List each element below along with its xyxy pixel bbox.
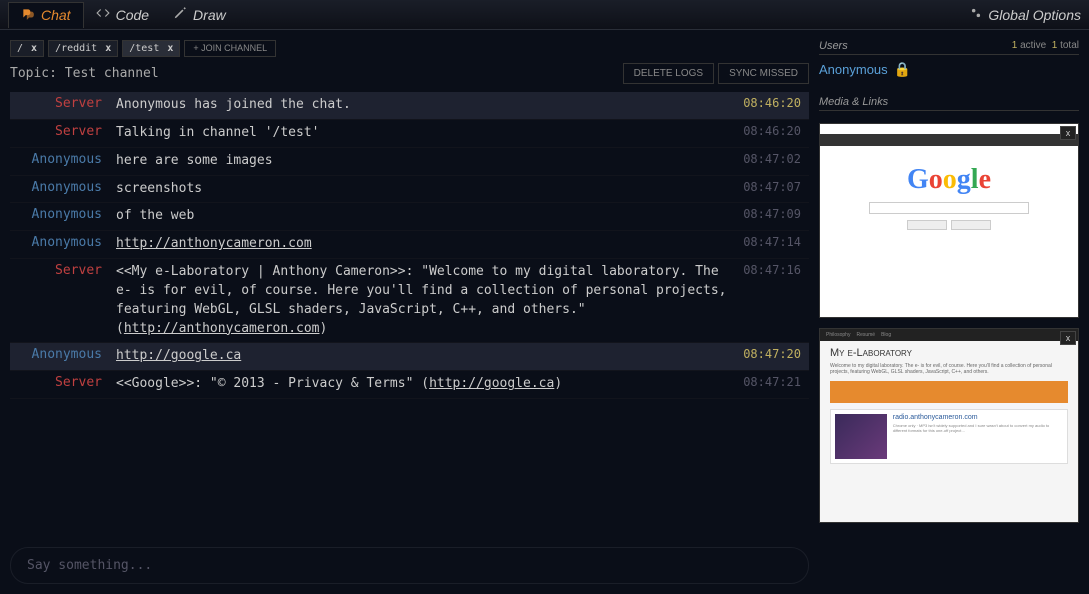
tab-code[interactable]: Code xyxy=(84,2,161,27)
chat-message: Server<<Google>>: "© 2013 - Privacy & Te… xyxy=(10,371,809,399)
delete-logs-button[interactable]: DELETE LOGS xyxy=(623,63,714,84)
chat-message: Anonymoushttp://google.ca 08:47:20 xyxy=(10,343,809,371)
tab-draw[interactable]: Draw xyxy=(161,2,238,27)
message-body: of the web xyxy=(116,207,733,226)
message-time: 08:47:09 xyxy=(733,207,801,226)
message-body: Talking in channel '/test' xyxy=(116,124,733,143)
join-channel-button[interactable]: + JOIN CHANNEL xyxy=(184,40,276,57)
message-nick: Server xyxy=(18,124,116,143)
gears-icon xyxy=(969,6,983,23)
channel-name: /reddit xyxy=(55,43,97,54)
close-icon[interactable]: x xyxy=(31,43,37,54)
message-time: 08:46:20 xyxy=(733,96,801,115)
message-nick: Anonymous xyxy=(18,235,116,254)
chat-message: ServerAnonymous has joined the chat.08:4… xyxy=(10,92,809,120)
message-input[interactable]: Say something... xyxy=(10,547,809,584)
message-body: screenshots xyxy=(116,180,733,199)
message-nick: Anonymous xyxy=(18,152,116,171)
message-time: 08:46:20 xyxy=(733,124,801,143)
channel-name: / xyxy=(17,43,23,54)
chat-message: ServerTalking in channel '/test'08:46:20 xyxy=(10,120,809,148)
channel-name: /test xyxy=(129,43,159,54)
message-link[interactable]: http://anthonycameron.com xyxy=(116,236,312,251)
lock-icon: 🔒 xyxy=(894,61,911,78)
message-time: 08:47:21 xyxy=(733,375,801,394)
message-body: <<My e-Laboratory | Anthony Cameron>>: "… xyxy=(116,263,733,338)
user-counts: 1 active 1 total xyxy=(1012,40,1079,52)
user-list: Anonymous 🔒 xyxy=(819,55,1079,84)
message-link[interactable]: http://google.ca xyxy=(116,348,241,363)
message-body: http://google.ca xyxy=(116,347,733,366)
chat-message: Anonymoushere are some images08:47:02 xyxy=(10,148,809,176)
message-nick: Anonymous xyxy=(18,347,116,366)
global-options-label: Global Options xyxy=(988,7,1081,23)
message-nick: Server xyxy=(18,375,116,394)
close-icon[interactable]: x xyxy=(1060,331,1076,345)
media-thumbnails: xGooglexxPhilosophyResuméBlogMy e-Labora… xyxy=(819,123,1079,584)
user-name: Anonymous xyxy=(819,62,888,77)
users-header: Users 1 active 1 total xyxy=(819,40,1079,55)
channel-tab[interactable]: /reddit x xyxy=(48,40,118,57)
sync-missed-button[interactable]: SYNC MISSED xyxy=(718,63,809,84)
message-time: 08:47:02 xyxy=(733,152,801,171)
message-nick: Anonymous xyxy=(18,207,116,226)
chat-message: Anonymoushttp://anthonycameron.com 08:47:… xyxy=(10,231,809,259)
close-icon[interactable]: x xyxy=(105,43,111,54)
channel-tabs: /x/redditx/testx+ JOIN CHANNEL xyxy=(10,40,809,57)
message-nick: Server xyxy=(18,263,116,338)
chat-message: Anonymousof the web08:47:09 xyxy=(10,203,809,231)
message-time: 08:47:14 xyxy=(733,235,801,254)
tab-draw-label: Draw xyxy=(193,7,226,23)
top-nav: Chat Code Draw Global Options xyxy=(0,0,1089,30)
message-link[interactable]: http://anthonycameron.com xyxy=(124,321,320,336)
message-body: http://anthonycameron.com xyxy=(116,235,733,254)
tab-chat[interactable]: Chat xyxy=(8,2,84,28)
chat-log: ServerAnonymous has joined the chat.08:4… xyxy=(10,92,809,537)
close-icon[interactable]: x xyxy=(1060,126,1076,140)
channel-tab[interactable]: /test x xyxy=(122,40,180,57)
code-icon xyxy=(96,6,110,23)
message-time: 08:47:20 xyxy=(733,347,801,366)
message-body: here are some images xyxy=(116,152,733,171)
close-icon[interactable]: x xyxy=(167,43,173,54)
message-body: Anonymous has joined the chat. xyxy=(116,96,733,115)
message-time: 08:47:16 xyxy=(733,263,801,338)
message-time: 08:47:07 xyxy=(733,180,801,199)
message-nick: Server xyxy=(18,96,116,115)
chat-message: Server<<My e-Laboratory | Anthony Camero… xyxy=(10,259,809,343)
message-link[interactable]: http://google.ca xyxy=(429,376,554,391)
global-options[interactable]: Global Options xyxy=(969,6,1081,23)
media-thumbnail[interactable]: xPhilosophyResuméBlogMy e-LaboratoryWelc… xyxy=(819,328,1079,523)
tab-code-label: Code xyxy=(116,7,149,23)
chat-icon xyxy=(21,7,35,24)
user-entry[interactable]: Anonymous 🔒 xyxy=(819,61,1079,78)
chat-message: Anonymousscreenshots08:47:07 xyxy=(10,176,809,204)
channel-tab[interactable]: /x xyxy=(10,40,44,57)
message-body: <<Google>>: "© 2013 - Privacy & Terms" (… xyxy=(116,375,733,394)
message-nick: Anonymous xyxy=(18,180,116,199)
tab-chat-label: Chat xyxy=(41,7,71,23)
channel-topic: Topic: Test channel xyxy=(10,66,159,81)
media-header: Media & Links xyxy=(819,96,1079,111)
pencil-icon xyxy=(173,6,187,23)
media-thumbnail[interactable]: xGooglex xyxy=(819,123,1079,318)
